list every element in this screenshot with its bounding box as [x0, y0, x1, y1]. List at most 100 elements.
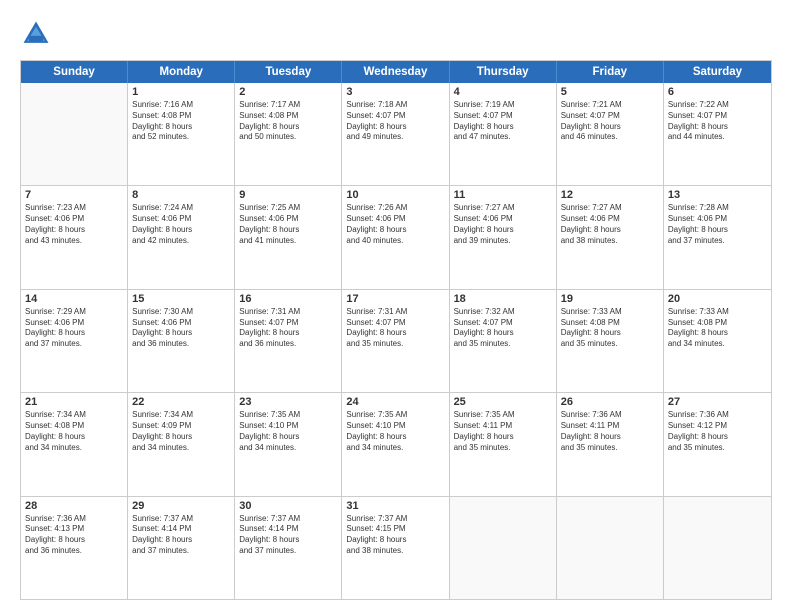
day-info: Sunrise: 7:33 AM Sunset: 4:08 PM Dayligh…: [668, 307, 767, 350]
day-number: 21: [25, 396, 123, 408]
day-number: 17: [346, 293, 444, 305]
page: SundayMondayTuesdayWednesdayThursdayFrid…: [0, 0, 792, 612]
header-cell-saturday: Saturday: [664, 61, 771, 83]
calendar-row-0: 1Sunrise: 7:16 AM Sunset: 4:08 PM Daylig…: [21, 83, 771, 186]
day-cell-14: 14 Sunrise: 7:29 AM Sunset: 4:06 PM Dayli…: [21, 290, 128, 392]
day-cell-15: 15Sunrise: 7:30 AM Sunset: 4:06 PM Dayli…: [128, 290, 235, 392]
calendar-header: SundayMondayTuesdayWednesdayThursdayFrid…: [21, 61, 771, 83]
day-cell-6: 6Sunrise: 7:22 AM Sunset: 4:07 PM Daylig…: [664, 83, 771, 185]
day-cell-9: 9 Sunrise: 7:25 AM Sunset: 4:06 PM Daylig…: [235, 186, 342, 288]
day-info: Sunrise: 7:33 AM Sunset: 4:08 PM Dayligh…: [561, 307, 659, 350]
header-cell-thursday: Thursday: [450, 61, 557, 83]
day-info: Sunrise: 7:31 AM Sunset: 4:07 PM Dayligh…: [346, 307, 444, 350]
day-number: 26: [561, 396, 659, 408]
day-info: Sunrise: 7:18 AM Sunset: 4:07 PM Dayligh…: [346, 100, 444, 143]
logo-icon: [20, 18, 52, 50]
calendar-row-1: 7Sunrise: 7:23 AM Sunset: 4:06 PM Daylig…: [21, 186, 771, 289]
day-info: Sunrise: 7:36 AM Sunset: 4:11 PM Dayligh…: [561, 410, 659, 453]
day-cell-11: 11Sunrise: 7:27 AM Sunset: 4:06 PM Dayli…: [450, 186, 557, 288]
day-cell-21: 21 Sunrise: 7:34 AM Sunset: 4:08 PM Dayli…: [21, 393, 128, 495]
day-info: Sunrise: 7:31 AM Sunset: 4:07 PM Dayligh…: [239, 307, 337, 350]
day-cell-18: 18 Sunrise: 7:32 AM Sunset: 4:07 PM Dayli…: [450, 290, 557, 392]
day-number: 19: [561, 293, 659, 305]
day-cell-13: 13 Sunrise: 7:28 AM Sunset: 4:06 PM Dayli…: [664, 186, 771, 288]
day-info: Sunrise: 7:27 AM Sunset: 4:06 PM Dayligh…: [561, 203, 659, 246]
day-cell-8: 8 Sunrise: 7:24 AM Sunset: 4:06 PM Daylig…: [128, 186, 235, 288]
day-cell-24: 24 Sunrise: 7:35 AM Sunset: 4:10 PM Dayli…: [342, 393, 449, 495]
logo: [20, 18, 56, 50]
day-number: 28: [25, 500, 123, 512]
header-cell-friday: Friday: [557, 61, 664, 83]
day-cell-5: 5 Sunrise: 7:21 AM Sunset: 4:07 PM Daylig…: [557, 83, 664, 185]
day-info: Sunrise: 7:37 AM Sunset: 4:14 PM Dayligh…: [239, 514, 337, 557]
day-info: Sunrise: 7:17 AM Sunset: 4:08 PM Dayligh…: [239, 100, 337, 143]
calendar-body: 1Sunrise: 7:16 AM Sunset: 4:08 PM Daylig…: [21, 83, 771, 599]
day-cell-25: 25 Sunrise: 7:35 AM Sunset: 4:11 PM Dayli…: [450, 393, 557, 495]
calendar-row-3: 21 Sunrise: 7:34 AM Sunset: 4:08 PM Dayli…: [21, 393, 771, 496]
day-info: Sunrise: 7:21 AM Sunset: 4:07 PM Dayligh…: [561, 100, 659, 143]
day-info: Sunrise: 7:37 AM Sunset: 4:14 PM Dayligh…: [132, 514, 230, 557]
day-cell-20: 20 Sunrise: 7:33 AM Sunset: 4:08 PM Dayli…: [664, 290, 771, 392]
day-cell-28: 28 Sunrise: 7:36 AM Sunset: 4:13 PM Dayli…: [21, 497, 128, 599]
day-cell-16: 16 Sunrise: 7:31 AM Sunset: 4:07 PM Dayli…: [235, 290, 342, 392]
day-cell-3: 3Sunrise: 7:18 AM Sunset: 4:07 PM Daylig…: [342, 83, 449, 185]
day-number: 10: [346, 189, 444, 201]
day-info: Sunrise: 7:35 AM Sunset: 4:10 PM Dayligh…: [346, 410, 444, 453]
day-cell-23: 23Sunrise: 7:35 AM Sunset: 4:10 PM Dayli…: [235, 393, 342, 495]
day-info: Sunrise: 7:36 AM Sunset: 4:13 PM Dayligh…: [25, 514, 123, 557]
header-cell-wednesday: Wednesday: [342, 61, 449, 83]
day-cell-7: 7Sunrise: 7:23 AM Sunset: 4:06 PM Daylig…: [21, 186, 128, 288]
calendar: SundayMondayTuesdayWednesdayThursdayFrid…: [20, 60, 772, 600]
header-cell-sunday: Sunday: [21, 61, 128, 83]
day-info: Sunrise: 7:23 AM Sunset: 4:06 PM Dayligh…: [25, 203, 123, 246]
day-number: 31: [346, 500, 444, 512]
day-info: Sunrise: 7:19 AM Sunset: 4:07 PM Dayligh…: [454, 100, 552, 143]
day-number: 27: [668, 396, 767, 408]
day-number: 5: [561, 86, 659, 98]
calendar-row-4: 28 Sunrise: 7:36 AM Sunset: 4:13 PM Dayli…: [21, 497, 771, 599]
day-cell-29: 29 Sunrise: 7:37 AM Sunset: 4:14 PM Dayli…: [128, 497, 235, 599]
day-number: 25: [454, 396, 552, 408]
day-cell-10: 10Sunrise: 7:26 AM Sunset: 4:06 PM Dayli…: [342, 186, 449, 288]
day-info: Sunrise: 7:25 AM Sunset: 4:06 PM Dayligh…: [239, 203, 337, 246]
day-number: 24: [346, 396, 444, 408]
day-cell-27: 27Sunrise: 7:36 AM Sunset: 4:12 PM Dayli…: [664, 393, 771, 495]
day-number: 30: [239, 500, 337, 512]
day-info: Sunrise: 7:28 AM Sunset: 4:06 PM Dayligh…: [668, 203, 767, 246]
day-info: Sunrise: 7:22 AM Sunset: 4:07 PM Dayligh…: [668, 100, 767, 143]
day-number: 14: [25, 293, 123, 305]
empty-cell-4-4: [450, 497, 557, 599]
day-number: 9: [239, 189, 337, 201]
day-number: 1: [132, 86, 230, 98]
day-info: Sunrise: 7:32 AM Sunset: 4:07 PM Dayligh…: [454, 307, 552, 350]
day-info: Sunrise: 7:34 AM Sunset: 4:08 PM Dayligh…: [25, 410, 123, 453]
day-number: 11: [454, 189, 552, 201]
day-number: 16: [239, 293, 337, 305]
day-info: Sunrise: 7:29 AM Sunset: 4:06 PM Dayligh…: [25, 307, 123, 350]
day-cell-26: 26 Sunrise: 7:36 AM Sunset: 4:11 PM Dayli…: [557, 393, 664, 495]
day-cell-19: 19 Sunrise: 7:33 AM Sunset: 4:08 PM Dayli…: [557, 290, 664, 392]
day-number: 13: [668, 189, 767, 201]
header-cell-monday: Monday: [128, 61, 235, 83]
day-cell-2: 2 Sunrise: 7:17 AM Sunset: 4:08 PM Daylig…: [235, 83, 342, 185]
day-info: Sunrise: 7:35 AM Sunset: 4:11 PM Dayligh…: [454, 410, 552, 453]
day-number: 4: [454, 86, 552, 98]
day-info: Sunrise: 7:35 AM Sunset: 4:10 PM Dayligh…: [239, 410, 337, 453]
day-info: Sunrise: 7:37 AM Sunset: 4:15 PM Dayligh…: [346, 514, 444, 557]
day-cell-30: 30 Sunrise: 7:37 AM Sunset: 4:14 PM Dayli…: [235, 497, 342, 599]
day-cell-12: 12 Sunrise: 7:27 AM Sunset: 4:06 PM Dayli…: [557, 186, 664, 288]
day-cell-31: 31 Sunrise: 7:37 AM Sunset: 4:15 PM Dayli…: [342, 497, 449, 599]
day-info: Sunrise: 7:24 AM Sunset: 4:06 PM Dayligh…: [132, 203, 230, 246]
header-cell-tuesday: Tuesday: [235, 61, 342, 83]
day-number: 8: [132, 189, 230, 201]
day-number: 12: [561, 189, 659, 201]
day-cell-4: 4 Sunrise: 7:19 AM Sunset: 4:07 PM Daylig…: [450, 83, 557, 185]
day-number: 29: [132, 500, 230, 512]
day-number: 2: [239, 86, 337, 98]
empty-cell-4-6: [664, 497, 771, 599]
day-number: 20: [668, 293, 767, 305]
empty-cell-4-5: [557, 497, 664, 599]
day-number: 15: [132, 293, 230, 305]
day-number: 18: [454, 293, 552, 305]
empty-cell-0-0: [21, 83, 128, 185]
